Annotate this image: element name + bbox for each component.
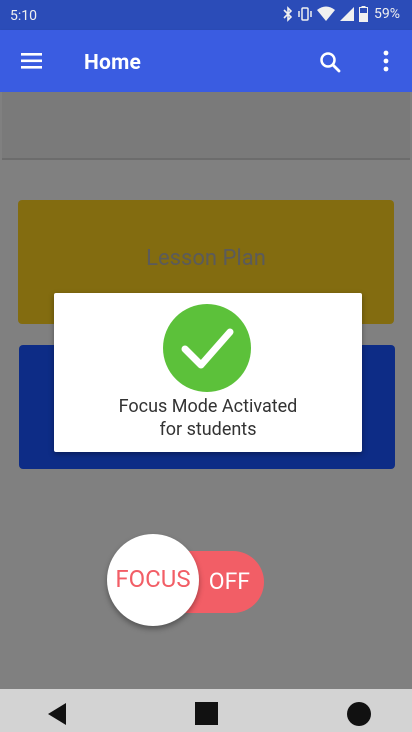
search-icon[interactable] <box>318 50 342 74</box>
focus-toggle[interactable]: OFF FOCUS <box>107 534 264 626</box>
lesson-plan-label: Lesson Plan <box>146 245 266 271</box>
app-bar: Home <box>0 30 412 92</box>
more-vertical-icon[interactable] <box>381 49 391 73</box>
bluetooth-icon <box>283 6 293 22</box>
wifi-icon <box>317 6 335 21</box>
dialog-message-line2: for students <box>159 419 257 440</box>
status-time: 5:10 <box>10 8 37 24</box>
dialog-message-line1: Focus Mode Activated <box>118 396 298 417</box>
header-strip <box>2 92 410 160</box>
signal-icon <box>340 7 354 21</box>
battery-percent: 59% <box>374 6 400 22</box>
status-bar: 5:10 59% <box>0 0 412 30</box>
focus-mode-dialog: Focus Mode Activated for students <box>54 293 362 452</box>
battery-icon <box>359 6 368 22</box>
navigation-bar <box>0 689 412 732</box>
toggle-knob-label: FOCUS <box>115 565 191 593</box>
status-icons: 59% <box>283 6 400 22</box>
page-title: Home <box>84 51 142 75</box>
back-icon[interactable] <box>47 702 67 726</box>
home-icon[interactable] <box>346 702 372 728</box>
toggle-knob[interactable]: FOCUS <box>107 534 199 626</box>
toggle-state-label: OFF <box>208 568 250 595</box>
check-circle-icon <box>163 304 251 392</box>
recents-icon[interactable] <box>195 702 219 726</box>
vibrate-icon <box>298 7 312 21</box>
menu-icon[interactable] <box>20 51 44 71</box>
